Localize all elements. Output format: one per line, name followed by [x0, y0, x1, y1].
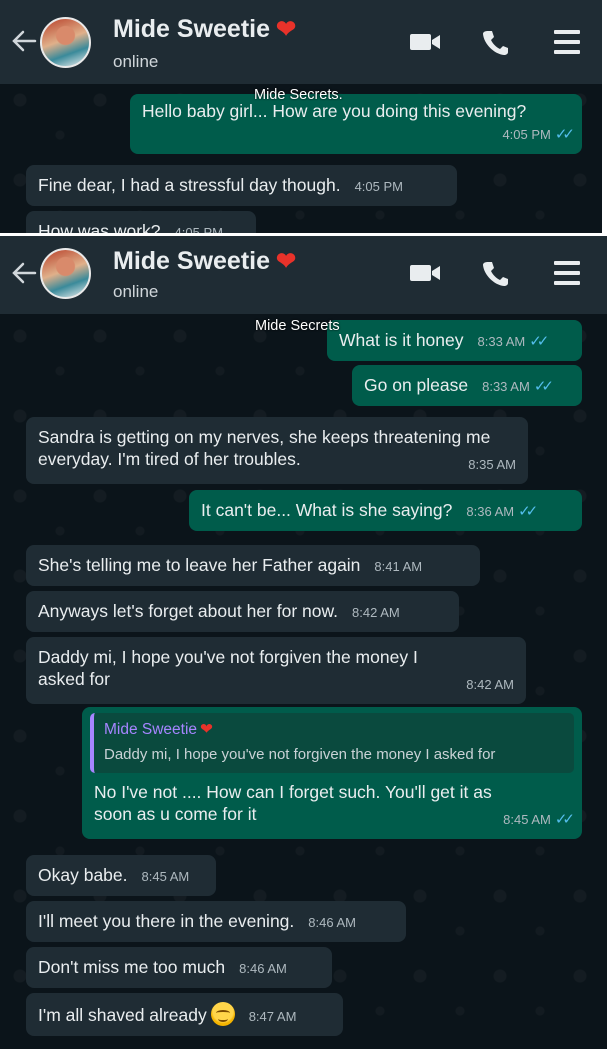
watermark: Mide Secrets: [255, 318, 340, 334]
message-text: I'm all shaved already: [38, 1005, 207, 1025]
message-outgoing[interactable]: What is it honey 8:33 AM ✓✓: [327, 320, 582, 361]
message-text: Hello baby girl... How are you doing thi…: [142, 101, 527, 121]
quoted-message[interactable]: Mide Sweetie ❤ Daddy mi, I hope you've no…: [90, 713, 574, 773]
message-incoming[interactable]: Don't miss me too much 8:46 AM: [26, 947, 332, 988]
message-outgoing[interactable]: It can't be... What is she saying? 8:36 A…: [189, 490, 582, 531]
voice-call-icon[interactable]: [478, 259, 512, 287]
message-text: Don't miss me too much: [38, 957, 226, 977]
message-time: 8:45 AM: [141, 869, 190, 884]
back-arrow-icon[interactable]: [9, 26, 39, 56]
read-receipt-icon: ✓✓: [554, 126, 575, 143]
quoted-text: Daddy mi, I hope you've not forgiven the…: [104, 746, 496, 763]
read-receipt-icon: ✓✓: [518, 503, 538, 520]
message-text: Okay babe.: [38, 865, 128, 885]
quoted-sender-name: Mide Sweetie: [104, 721, 198, 738]
message-time: 8:46 AM: [308, 915, 356, 930]
message-incoming[interactable]: Sandra is getting on my nerves, she keep…: [26, 417, 528, 484]
red-heart-icon: ❤: [276, 16, 297, 43]
chat-screenshot-top: Mide Sweetie ❤ online Mide Secrets. Hello…: [0, 0, 602, 233]
message-time: 8:36 AM: [466, 504, 515, 519]
message-text: Anyways let's forget about her for now.: [38, 601, 339, 621]
menu-icon[interactable]: [550, 259, 584, 287]
contact-status: online: [113, 282, 159, 301]
watermark: Mide Secrets.: [254, 87, 343, 103]
message-incoming[interactable]: I'll meet you there in the evening. 8:46 …: [26, 901, 406, 942]
message-text: I'll meet you there in the evening.: [38, 911, 295, 931]
message-time: 4:05 PM: [502, 127, 551, 142]
message-incoming[interactable]: Daddy mi, I hope you've not forgiven the…: [26, 637, 526, 704]
chat-header: Mide Sweetie ❤ online: [0, 0, 602, 84]
message-incoming[interactable]: Fine dear, I had a stressful day though.…: [26, 165, 457, 206]
message-text: Go on please: [364, 375, 469, 395]
contact-name[interactable]: Mide Sweetie ❤: [113, 15, 296, 44]
message-outgoing-reply[interactable]: Mide Sweetie ❤ Daddy mi, I hope you've no…: [82, 707, 582, 839]
message-incoming[interactable]: I'm all shaved already 8:47 AM: [26, 993, 343, 1036]
voice-call-icon[interactable]: [478, 28, 512, 56]
avatar[interactable]: [40, 248, 91, 299]
smiling-face-emoji-icon: [210, 1002, 235, 1026]
message-outgoing[interactable]: Hello baby girl... How are you doing thi…: [130, 94, 582, 154]
message-time: 4:05 PM: [174, 225, 223, 233]
message-time: 8:33 AM: [482, 379, 530, 394]
red-heart-icon: ❤: [276, 248, 297, 275]
message-text: What is it honey: [339, 330, 464, 350]
video-call-icon[interactable]: [408, 28, 442, 56]
read-receipt-icon: ✓✓: [554, 811, 575, 828]
message-time: 8:46 AM: [239, 961, 287, 976]
message-incoming[interactable]: How was work? 4:05 PM: [26, 211, 256, 233]
chat-screenshot-bottom: Mide Sweetie ❤ online Mide Secrets What i…: [0, 236, 607, 1049]
message-time: 8:47 AM: [248, 1009, 297, 1024]
message-time: 4:05 PM: [354, 179, 403, 194]
message-time: 8:41 AM: [374, 559, 423, 574]
back-arrow-icon[interactable]: [9, 258, 39, 288]
message-incoming[interactable]: She's telling me to leave her Father aga…: [26, 545, 480, 586]
message-time: 8:42 AM: [352, 605, 400, 620]
message-text: She's telling me to leave her Father aga…: [38, 555, 361, 575]
message-text: Fine dear, I had a stressful day though.: [38, 175, 341, 195]
read-receipt-icon: ✓✓: [529, 333, 549, 350]
contact-status: online: [113, 52, 159, 71]
menu-icon[interactable]: [550, 28, 584, 56]
message-text: It can't be... What is she saying?: [201, 500, 453, 520]
contact-name[interactable]: Mide Sweetie ❤: [113, 247, 296, 276]
video-call-icon[interactable]: [408, 259, 442, 287]
message-outgoing[interactable]: Go on please 8:33 AM ✓✓: [352, 365, 582, 406]
chat-header: Mide Sweetie ❤ online: [0, 236, 607, 314]
message-incoming[interactable]: Okay babe. 8:45 AM: [26, 855, 216, 896]
message-incoming[interactable]: Anyways let's forget about her for now. 8…: [26, 591, 459, 632]
avatar[interactable]: [40, 17, 91, 68]
red-heart-icon: ❤: [200, 721, 214, 738]
read-receipt-icon: ✓✓: [533, 378, 554, 395]
message-text: How was work?: [38, 221, 161, 233]
message-time: 8:33 AM: [477, 334, 526, 349]
message-time: 8:45 AM: [503, 812, 551, 827]
